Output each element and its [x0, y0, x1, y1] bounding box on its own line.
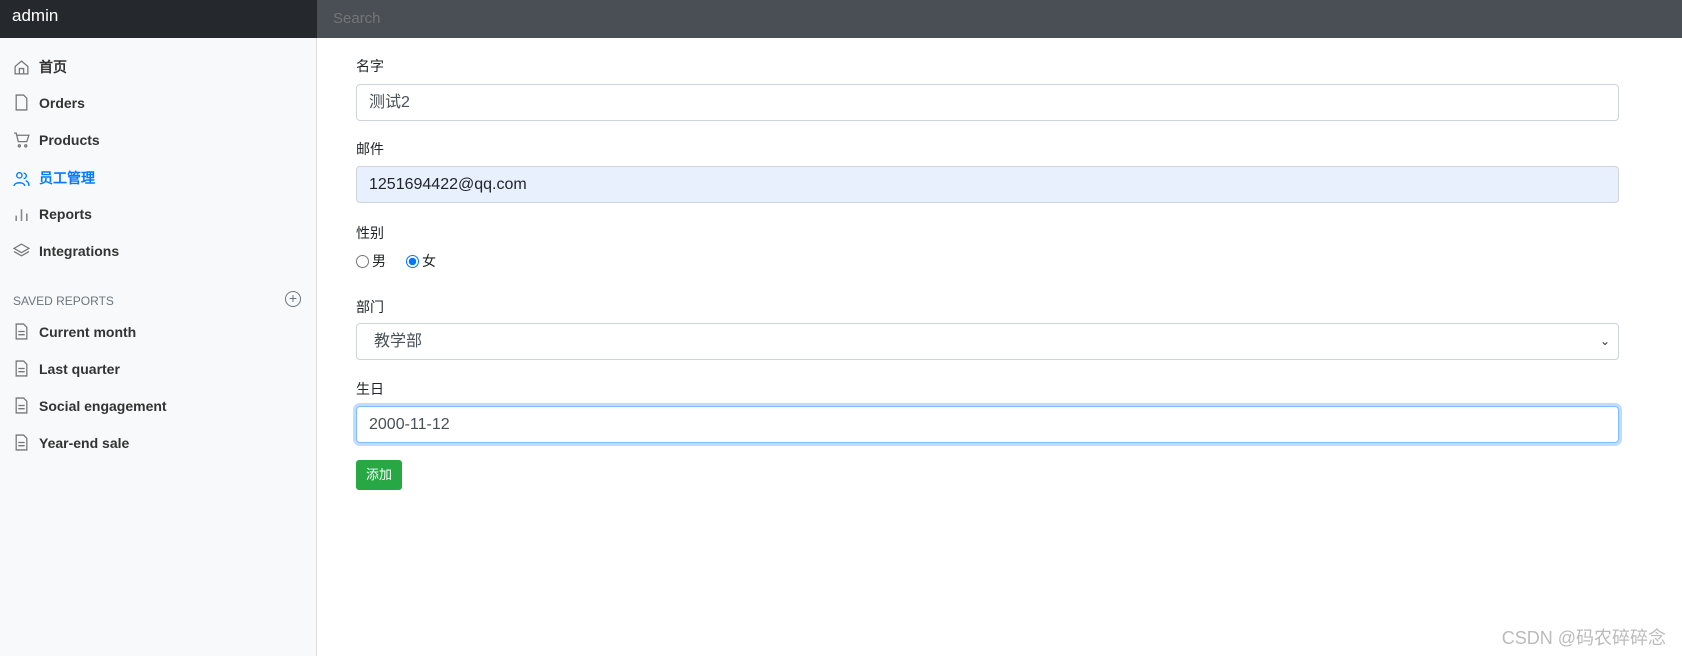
layers-icon	[13, 243, 30, 257]
watermark: CSDN @码农碎碎念	[1501, 628, 1666, 648]
saved-report-item[interactable]: Year-end sale	[13, 434, 129, 451]
topbar: admin	[0, 0, 1682, 38]
add-report-icon[interactable]: +	[285, 291, 301, 307]
saved-report-item[interactable]: Last quarter	[13, 360, 120, 377]
dept-select[interactable]: 教学部 ⌄	[356, 323, 1619, 360]
chevron-down-icon: ⌄	[1599, 334, 1610, 348]
sidebar: 首页 Orders Products 员工管理 Reports Integrat…	[0, 38, 317, 656]
name-input[interactable]: 测试2	[356, 84, 1619, 121]
file-text-icon	[15, 360, 28, 377]
sidebar-item-reports[interactable]: Reports	[13, 205, 92, 222]
email-label: 邮件	[356, 141, 384, 157]
radio-button[interactable]	[406, 254, 419, 268]
add-button[interactable]: 添加	[356, 460, 402, 490]
bar-chart-icon	[15, 209, 28, 221]
users-icon	[13, 171, 30, 186]
file-text-icon	[15, 434, 28, 451]
gender-radio-male[interactable]: 男	[356, 251, 386, 271]
birthday-input[interactable]: 2000-11-12	[356, 406, 1619, 443]
gender-radio-female[interactable]: 女	[406, 251, 436, 271]
home-icon	[14, 59, 29, 75]
file-icon	[15, 94, 28, 111]
sidebar-item-products[interactable]: Products	[13, 131, 100, 148]
dept-label: 部门	[356, 299, 384, 315]
sidebar-item-home[interactable]: 首页	[13, 57, 67, 77]
saved-report-item[interactable]: Social engagement	[13, 397, 167, 414]
birthday-label: 生日	[356, 381, 384, 397]
gender-label: 性别	[356, 225, 384, 241]
saved-reports-heading: Saved reports	[13, 294, 114, 308]
sidebar-item-integrations[interactable]: Integrations	[13, 242, 119, 259]
sidebar-item-orders[interactable]: Orders	[13, 94, 85, 111]
sidebar-item-staff[interactable]: 员工管理	[13, 168, 95, 188]
cart-icon	[14, 132, 30, 148]
saved-report-item[interactable]: Current month	[13, 323, 136, 340]
file-text-icon	[15, 323, 28, 340]
search-input[interactable]	[317, 0, 1682, 38]
email-input[interactable]: 1251694422@qq.com	[356, 166, 1619, 203]
file-text-icon	[15, 397, 28, 414]
radio-button[interactable]	[356, 254, 369, 268]
name-label: 名字	[356, 58, 384, 74]
brand[interactable]: admin	[0, 0, 317, 38]
